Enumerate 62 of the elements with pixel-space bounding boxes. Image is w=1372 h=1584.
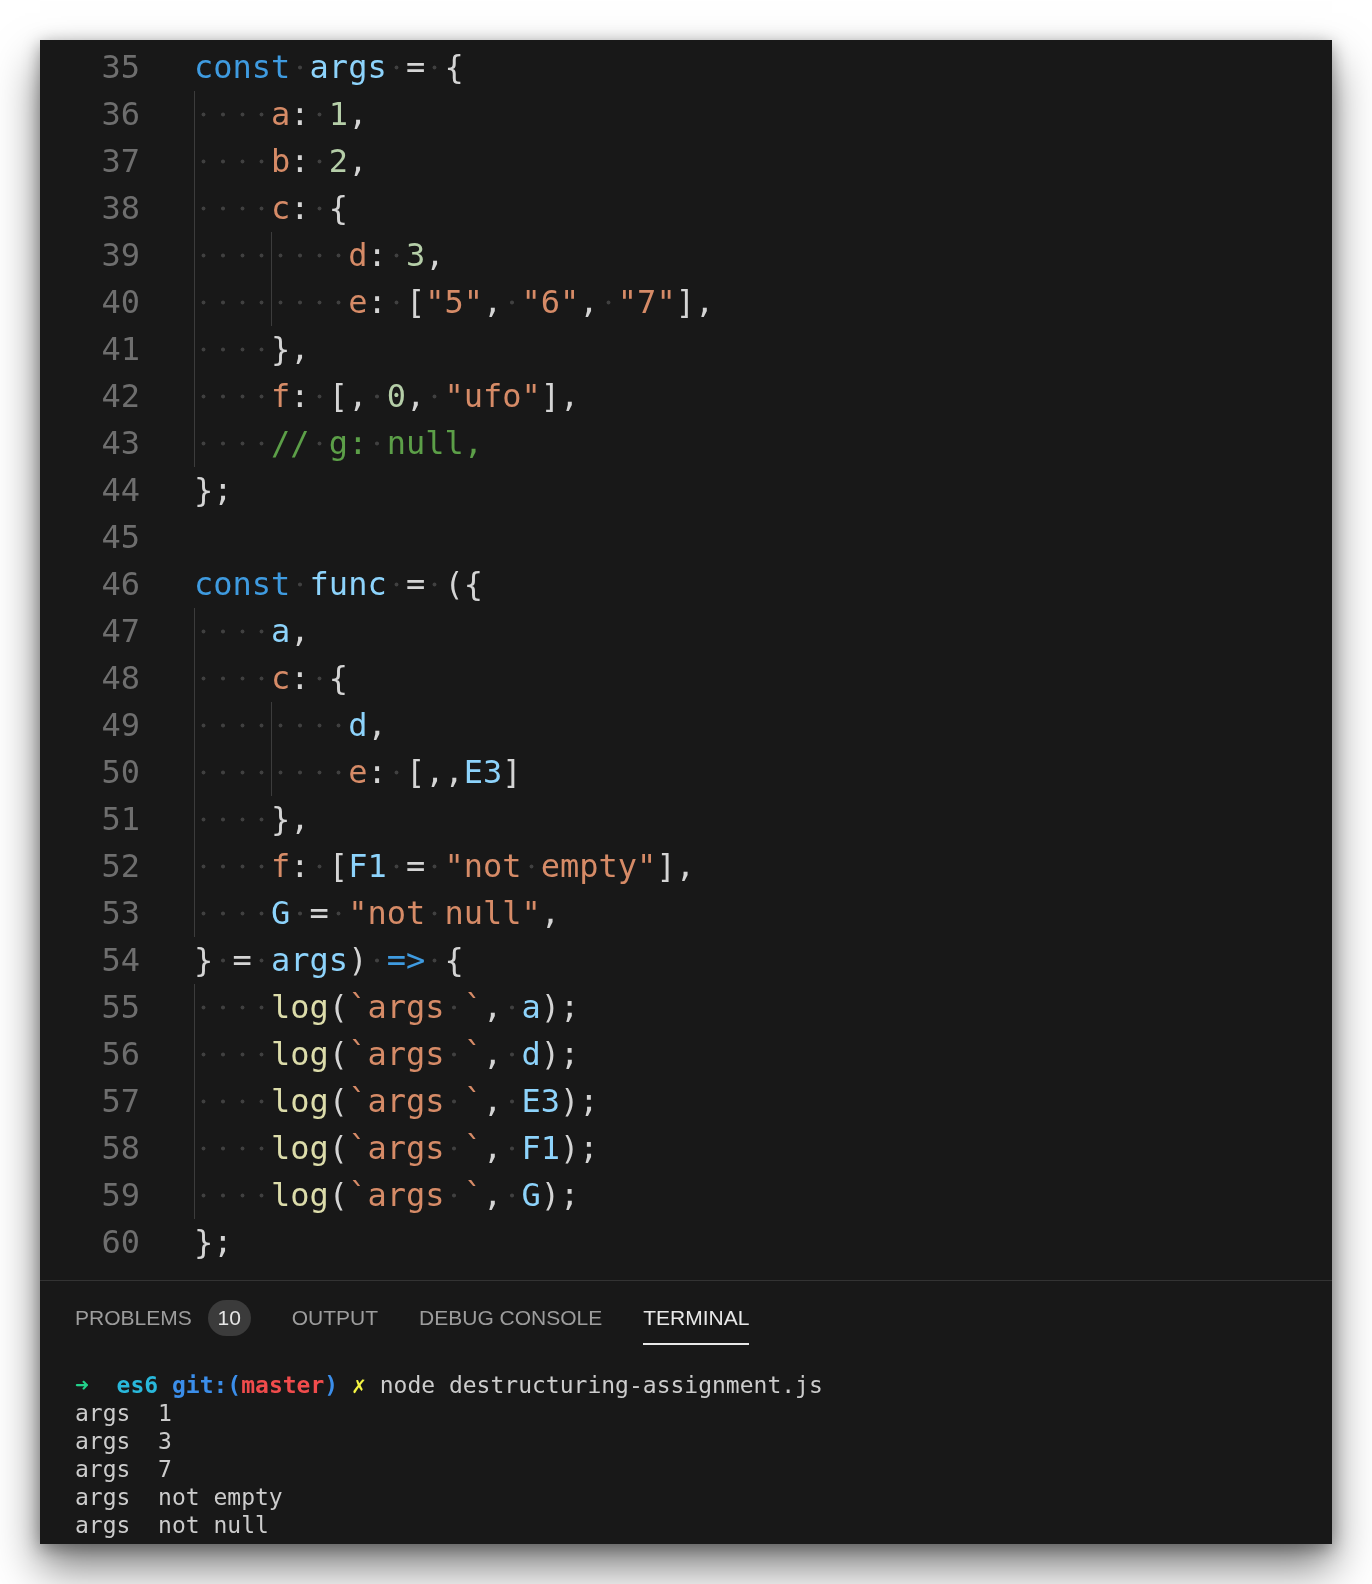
panel-tab[interactable]: PROBLEMS: [75, 1305, 192, 1345]
line-number: 37: [100, 141, 140, 182]
code-line: a: 1,: [194, 91, 368, 138]
terminal-output: args 3: [75, 1427, 172, 1455]
line-number: 48: [100, 658, 140, 699]
line-number: 54: [100, 940, 140, 981]
line-number: 55: [100, 987, 140, 1028]
code-line: log(`args `, d);: [194, 1031, 580, 1078]
code-line: } = args) => {: [194, 937, 464, 984]
code-line: f: [F1 = "not empty"],: [194, 843, 695, 890]
terminal-output: args 1: [75, 1399, 172, 1427]
code-line: log(`args `, F1);: [194, 1125, 599, 1172]
line-number: 57: [100, 1081, 140, 1122]
code-line: G = "not null",: [194, 890, 561, 937]
line-number: 43: [100, 423, 140, 464]
code-line: log(`args `, G);: [194, 1172, 580, 1219]
panel-tab[interactable]: OUTPUT: [291, 1305, 379, 1345]
code-line: };: [194, 470, 233, 511]
code-line: e: ["5", "6", "7"],: [194, 279, 715, 326]
line-number: 38: [100, 188, 140, 229]
code-line: d,: [194, 702, 387, 749]
code-line: },: [194, 796, 310, 843]
line-number: 49: [100, 705, 140, 746]
code-line: f: [, 0, "ufo"],: [194, 373, 580, 420]
code-line: c: {: [194, 185, 349, 232]
terminal-output: args not empty: [75, 1483, 283, 1511]
line-number: 35: [100, 47, 140, 88]
line-number: 56: [100, 1034, 140, 1075]
line-number: 58: [100, 1128, 140, 1169]
line-number: 59: [100, 1175, 140, 1216]
count-badge: 10: [207, 1300, 251, 1336]
panel-tab[interactable]: TERMINAL: [643, 1305, 750, 1345]
line-number: 45: [100, 517, 140, 558]
line-number: 51: [100, 799, 140, 840]
code-line: a,: [194, 608, 310, 655]
line-number: 53: [100, 893, 140, 934]
code-line: const func = ({: [194, 561, 483, 608]
terminal-output: args not null: [75, 1511, 269, 1539]
line-number: 40: [100, 282, 140, 323]
code-line: const args = {: [194, 44, 464, 91]
terminal-prompt: ➜ es6 git:(master) ✗ node destructuring-assignment.js: [75, 1371, 823, 1399]
code-line: // g: null,: [194, 420, 483, 467]
code-line: b: 2,: [194, 138, 368, 185]
line-number: 36: [100, 94, 140, 135]
terminal-output: args 7: [75, 1455, 172, 1483]
line-number: 47: [100, 611, 140, 652]
line-number: 46: [100, 564, 140, 605]
code-line: log(`args `, a);: [194, 984, 580, 1031]
line-number: 41: [100, 329, 140, 370]
code-line: },: [194, 326, 310, 373]
line-number: 60: [100, 1222, 140, 1263]
line-number: 39: [100, 235, 140, 276]
code-line: };: [194, 1222, 233, 1263]
line-number: 44: [100, 470, 140, 511]
code-line: c: {: [194, 655, 349, 702]
panel-tab[interactable]: DEBUG CONSOLE: [419, 1305, 603, 1345]
code-line: e: [,,E3]: [194, 749, 522, 796]
code-line: d: 3,: [194, 232, 445, 279]
line-number: 52: [100, 846, 140, 887]
code-line: log(`args `, E3);: [194, 1078, 599, 1125]
line-number: 50: [100, 752, 140, 793]
line-number: 42: [100, 376, 140, 417]
